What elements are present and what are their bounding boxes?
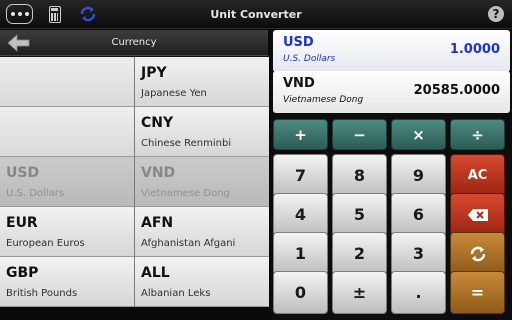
from-currency-list[interactable]: USD U.S. Dollars EUR European Euros GBP … [0,57,134,307]
to-value: 20585.0000 [413,83,500,98]
digit-3-button[interactable]: 3 [391,232,446,275]
from-list-item[interactable]: GBP British Pounds [0,257,134,307]
from-code: USD [283,35,314,50]
currency-name: Japanese Yen [141,88,207,99]
calculator-panel: USD U.S. Dollars 1.0000 VND Vietnamese D… [271,30,512,320]
to-list-item[interactable]: CNY Chinese Renminbi [135,107,269,157]
digit-7-button[interactable]: 7 [273,154,328,197]
currency-picker: Currency USD U.S. Dollars EUR European E… [0,30,269,307]
from-list-item[interactable]: EUR European Euros [0,207,134,257]
currency-name: Chinese Renminbi [141,138,232,149]
digit-0-button[interactable]: 0 [273,271,328,314]
currency-code: EUR [6,215,38,231]
currency-name: British Pounds [6,288,78,299]
digit-8-button[interactable]: 8 [332,154,387,197]
to-display[interactable]: VND Vietnamese Dong 20585.0000 [273,71,510,113]
currency-code: JPY [141,65,167,81]
currency-name: Albanian Leks [141,288,211,299]
digit-4-button[interactable]: 4 [273,193,328,236]
from-list-item[interactable] [0,57,134,107]
swap-icon [470,246,485,261]
digit-9-button[interactable]: 9 [391,154,446,197]
equals-button[interactable]: = [450,271,505,314]
backspace-button[interactable] [450,193,505,236]
currency-name: Vietnamese Dong [141,188,230,199]
multiply-button[interactable]: × [391,119,446,150]
digit-6-button[interactable]: 6 [391,193,446,236]
from-display[interactable]: USD U.S. Dollars 1.0000 [273,30,510,72]
from-value: 1.0000 [449,42,500,57]
from-name: U.S. Dollars [283,54,336,64]
clear-button[interactable]: AC [450,154,505,197]
currency-code: GBP [6,265,39,281]
digit-2-button[interactable]: 2 [332,232,387,275]
currency-code: AFN [141,215,174,231]
currency-code: USD [6,165,40,181]
category-header: Currency [0,30,268,56]
digit-5-button[interactable]: 5 [332,193,387,236]
sign-toggle-button[interactable]: ± [332,271,387,314]
title-bar: Unit Converter ? [0,0,512,29]
to-name: Vietnamese Dong [283,95,364,105]
currency-name: U.S. Dollars [6,188,65,199]
backspace-icon [467,208,488,221]
subtract-button[interactable]: − [332,119,387,150]
help-icon[interactable]: ? [488,6,504,22]
currency-code: VND [141,165,176,181]
add-button[interactable]: + [273,119,328,150]
decimal-button[interactable]: . [391,271,446,314]
swap-button[interactable] [450,232,505,275]
to-list-item-selected[interactable]: VND Vietnamese Dong [135,157,269,207]
to-list-item[interactable]: AFN Afghanistan Afgani [135,207,269,257]
from-list-item-selected[interactable]: USD U.S. Dollars [0,157,134,207]
currency-name: Afghanistan Afgani [141,238,236,249]
currency-code: CNY [141,115,174,131]
divide-button[interactable]: ÷ [450,119,505,150]
app-title: Unit Converter [210,8,302,21]
from-list-item[interactable] [0,107,134,157]
to-currency-list[interactable]: JPY Japanese Yen CNY Chinese Renminbi VN… [135,57,269,307]
to-list-item[interactable]: JPY Japanese Yen [135,57,269,107]
digit-1-button[interactable]: 1 [273,232,328,275]
currency-name: European Euros [6,238,85,249]
category-title: Currency [111,37,157,48]
to-list-item[interactable]: ALL Albanian Leks [135,257,269,307]
currency-code: ALL [141,265,170,281]
to-code: VND [283,76,315,91]
